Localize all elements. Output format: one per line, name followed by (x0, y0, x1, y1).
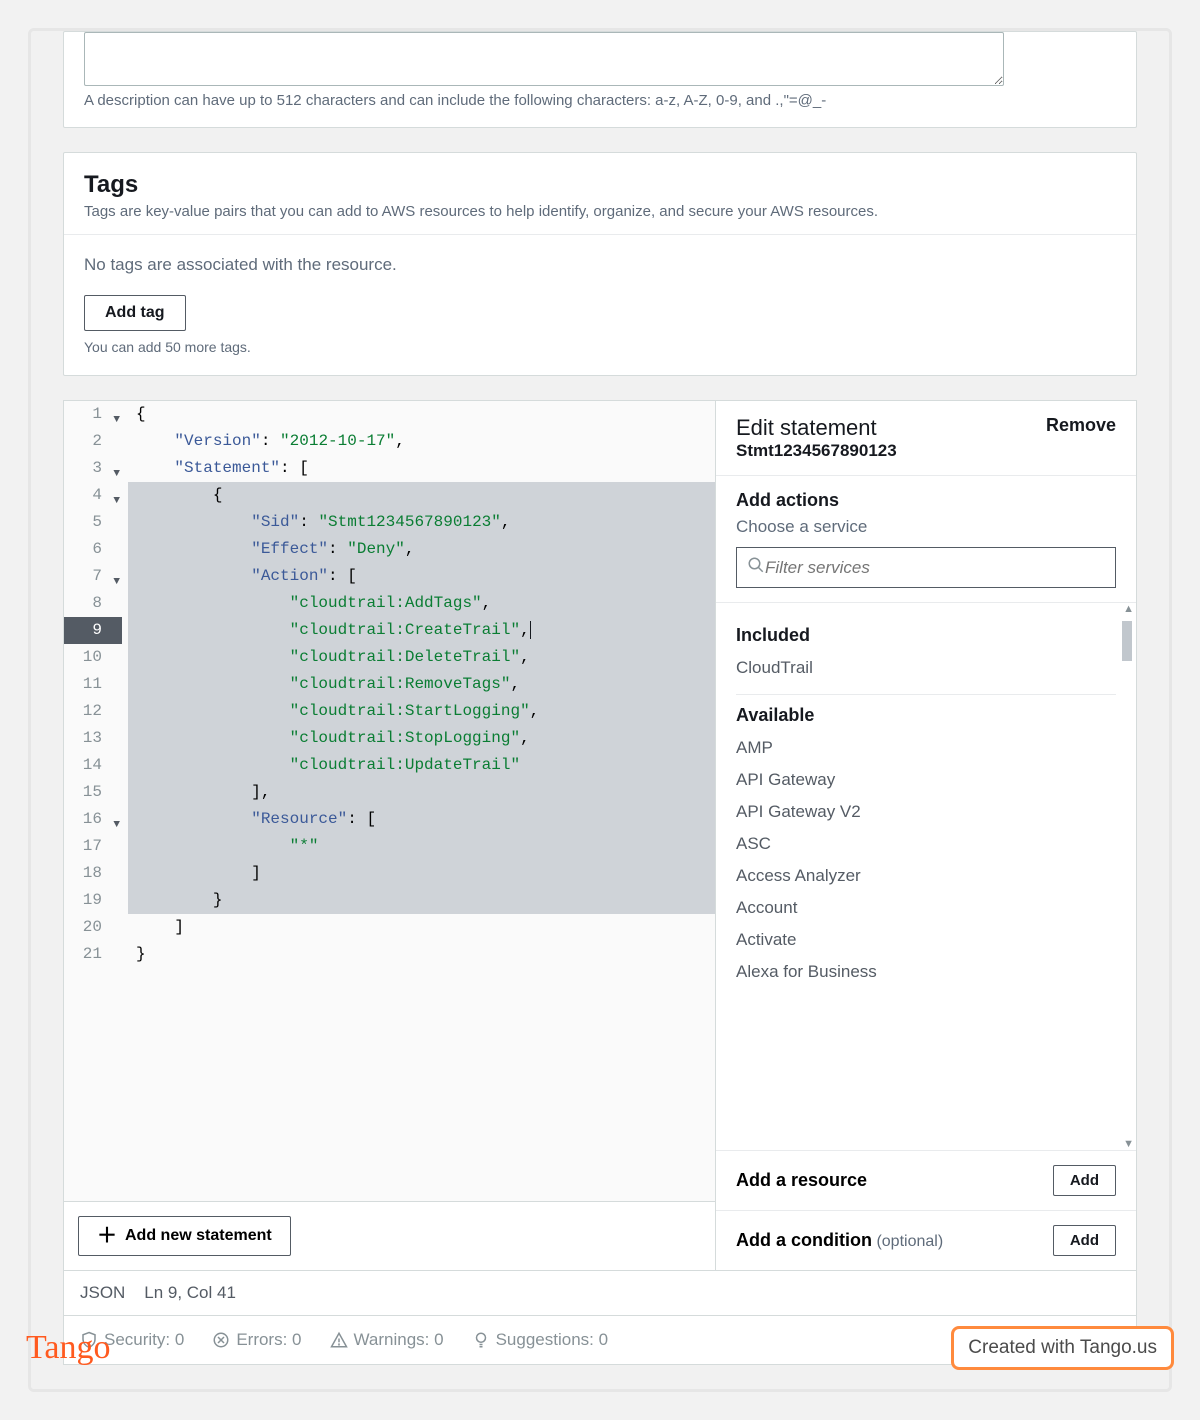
service-scrollbar[interactable]: ▲ ▼ (1120, 603, 1134, 1150)
policy-editor: 1 2 3 4 5 6 7 8 9 10 11 12 13 (63, 400, 1137, 1271)
code-gutter: 1 2 3 4 5 6 7 8 9 10 11 12 13 (64, 401, 128, 1201)
statement-sidebar: Edit statement Stmt1234567890123 Remove … (716, 401, 1136, 1270)
service-item[interactable]: API Gateway V2 (736, 802, 1116, 822)
tags-empty: No tags are associated with the resource… (84, 255, 1116, 275)
add-resource-button[interactable]: Add (1053, 1165, 1116, 1196)
add-condition-label: Add a condition (736, 1230, 872, 1250)
filter-services-field[interactable] (736, 547, 1116, 588)
editor-mode: JSON (80, 1283, 125, 1302)
included-header: Included (736, 625, 1116, 646)
tango-logo: Tango (26, 1329, 111, 1367)
add-statement-button[interactable]: ＋ Add new statement (78, 1216, 291, 1256)
statement-id: Stmt1234567890123 (736, 441, 897, 461)
add-resource-label: Add a resource (736, 1170, 867, 1191)
service-item[interactable]: Account (736, 898, 1116, 918)
service-item[interactable]: Activate (736, 930, 1116, 950)
search-icon (747, 556, 765, 579)
add-actions-label: Add actions (736, 490, 1116, 511)
add-tag-button[interactable]: Add tag (84, 295, 186, 331)
tags-title: Tags (84, 171, 1116, 199)
add-condition-button[interactable]: Add (1053, 1225, 1116, 1256)
choose-service-label: Choose a service (736, 517, 1116, 537)
service-item[interactable]: API Gateway (736, 770, 1116, 790)
available-header: Available (736, 705, 1116, 726)
service-item[interactable]: Access Analyzer (736, 866, 1116, 886)
service-item[interactable]: AMP (736, 738, 1116, 758)
tags-desc: Tags are key-value pairs that you can ad… (84, 203, 1116, 220)
code-editor[interactable]: 1 2 3 4 5 6 7 8 9 10 11 12 13 (64, 401, 715, 1201)
cursor-position: Ln 9, Col 41 (144, 1283, 236, 1302)
filter-services-input[interactable] (765, 558, 1105, 578)
tags-limit: You can add 50 more tags. (84, 339, 1116, 355)
tags-panel: Tags Tags are key-value pairs that you c… (63, 152, 1137, 376)
optional-label: (optional) (876, 1233, 943, 1250)
editor-status-bar: JSON Ln 9, Col 41 (63, 1271, 1137, 1316)
description-panel: A description can have up to 512 charact… (63, 31, 1137, 128)
service-item[interactable]: CloudTrail (736, 658, 1116, 678)
remove-statement-button[interactable]: Remove (1046, 415, 1116, 436)
add-statement-label: Add new statement (125, 1227, 272, 1245)
tango-badge[interactable]: Created with Tango.us (951, 1326, 1174, 1370)
service-item[interactable]: Alexa for Business (736, 962, 1116, 982)
description-helper: A description can have up to 512 charact… (84, 92, 1116, 109)
service-item[interactable]: ASC (736, 834, 1116, 854)
edit-statement-title: Edit statement (736, 415, 897, 441)
plus-icon: ＋ (97, 1229, 117, 1243)
description-textarea[interactable] (84, 32, 1004, 86)
